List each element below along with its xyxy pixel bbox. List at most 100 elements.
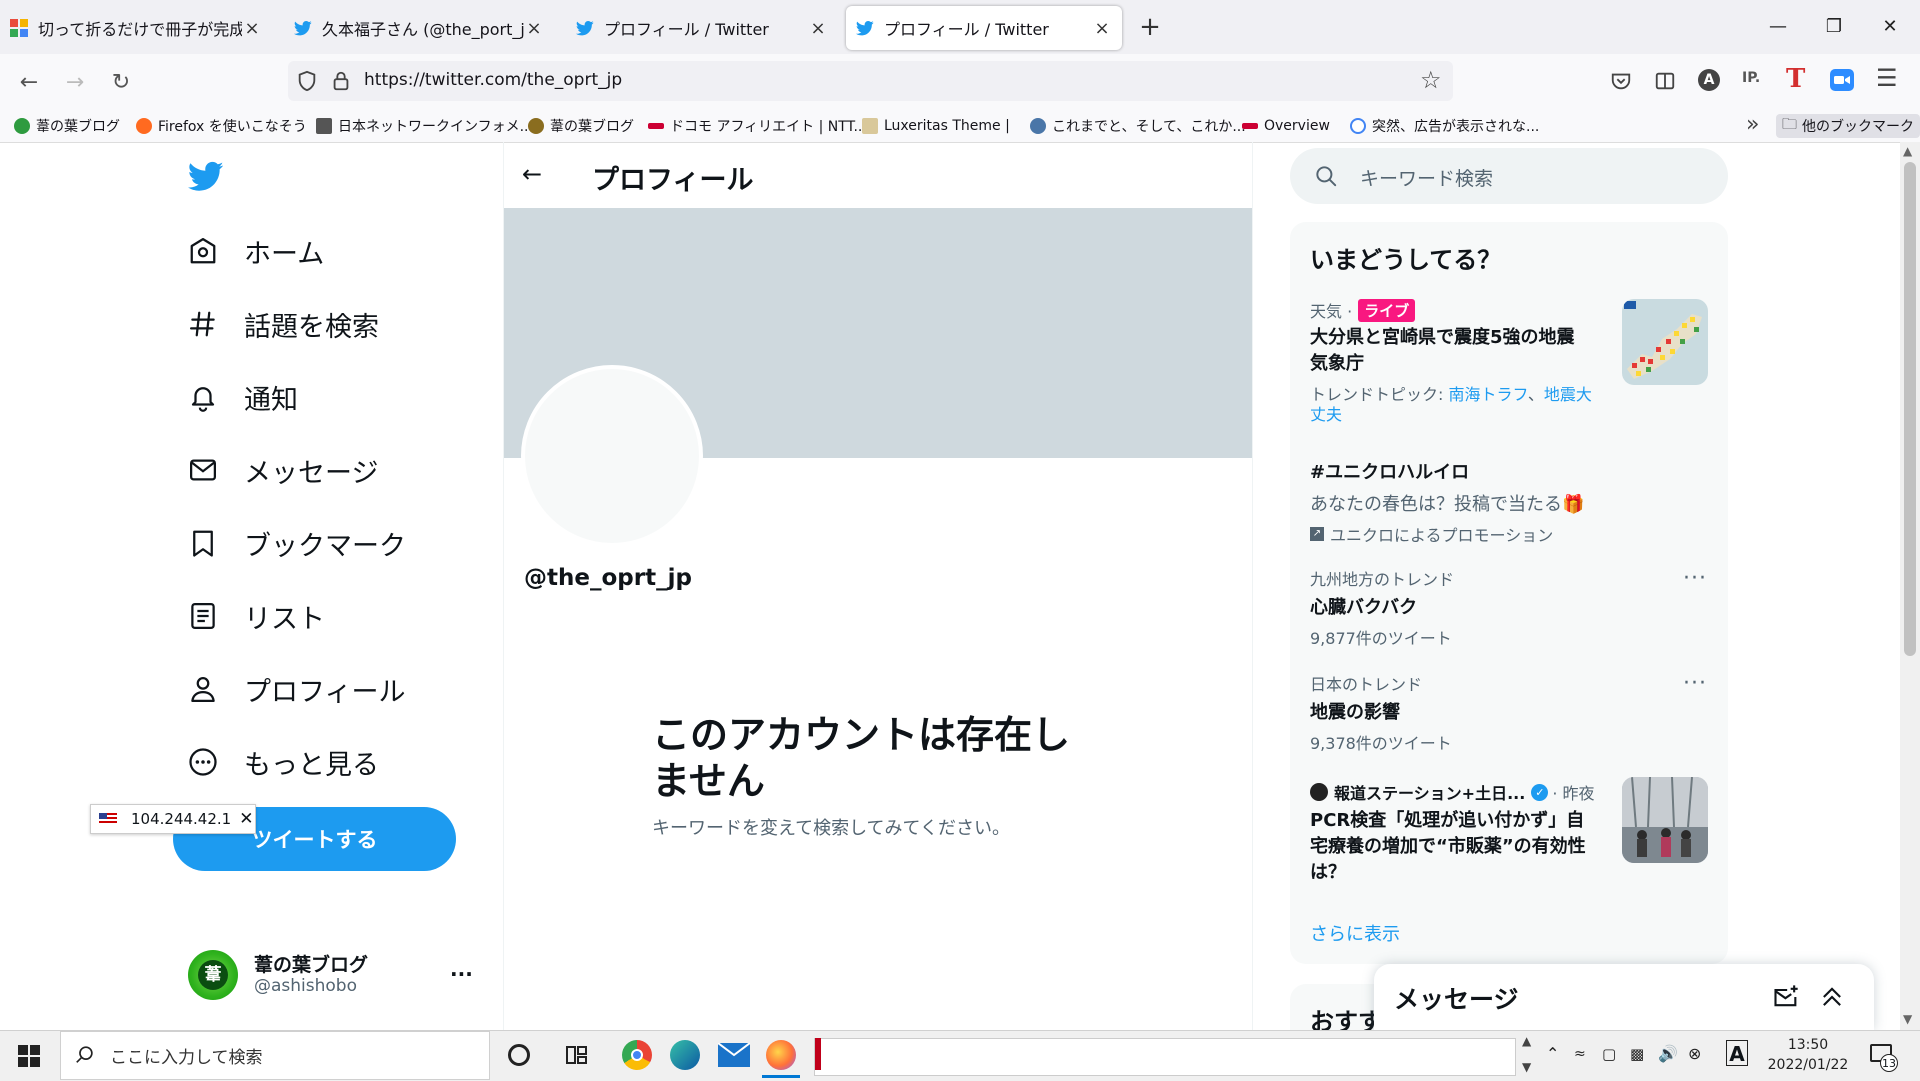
trend-topic-link[interactable]: 南海トラフ bbox=[1449, 385, 1528, 404]
back-arrow-icon[interactable]: ← bbox=[12, 66, 46, 100]
account-a-icon[interactable]: A bbox=[1698, 69, 1720, 91]
bookmark-item[interactable]: 葦の葉ブログ bbox=[528, 114, 634, 138]
close-icon[interactable]: × bbox=[808, 18, 828, 39]
bookmark-item[interactable]: 突然、広告が表示されな... bbox=[1350, 114, 1539, 138]
clock[interactable]: 13:50 2022/01/22 bbox=[1766, 1035, 1850, 1075]
tab-2[interactable]: 久本福子さん (@the_port_jp) / Tw × bbox=[284, 6, 554, 50]
column-divider bbox=[1252, 142, 1253, 1030]
display-icon[interactable]: ▩ bbox=[1630, 1045, 1644, 1063]
bookmarks-overflow-icon[interactable]: » bbox=[1746, 112, 1759, 137]
chrome-icon[interactable] bbox=[622, 1040, 652, 1070]
trend-item-promoted[interactable]: #ユニクロハルイロ あなたの春色は？投稿で当たる🎁 ↗ ユニクロによるプロモーシ… bbox=[1310, 458, 1710, 546]
zoom-extension-icon[interactable] bbox=[1830, 69, 1854, 91]
t-extension-icon[interactable]: T bbox=[1786, 64, 1805, 94]
scroll-up-icon[interactable]: ▲ bbox=[1903, 144, 1912, 158]
clock-date: 2022/01/22 bbox=[1767, 1057, 1849, 1073]
hamburger-menu-icon[interactable]: ☰ bbox=[1876, 64, 1898, 92]
trend-title: #ユニクロハルイロ bbox=[1310, 462, 1470, 483]
firefox-icon[interactable] bbox=[766, 1040, 796, 1070]
reader-view-icon[interactable] bbox=[1654, 70, 1676, 92]
ip-extension-icon[interactable]: IP. bbox=[1742, 70, 1760, 86]
search-input[interactable] bbox=[1290, 148, 1728, 204]
tweet-button-label: ツイートする bbox=[251, 828, 378, 852]
scroll-down-icon[interactable]: ▼ bbox=[1903, 1012, 1912, 1026]
task-view-icon[interactable] bbox=[566, 1044, 590, 1066]
taskbar-toolbar-area[interactable] bbox=[814, 1038, 1516, 1076]
twitter-logo-icon[interactable] bbox=[186, 158, 226, 194]
close-icon[interactable]: ✕ bbox=[239, 809, 253, 829]
tab-4-active[interactable]: プロフィール / Twitter × bbox=[846, 6, 1122, 50]
more-options-icon[interactable]: ··· bbox=[1683, 566, 1707, 591]
cortana-icon[interactable] bbox=[508, 1044, 530, 1066]
trends-title: いまどうしてる？ bbox=[1310, 246, 1502, 274]
chevron-up-double-icon[interactable] bbox=[1818, 983, 1846, 1011]
close-icon[interactable]: × bbox=[524, 18, 544, 39]
bookmark-item[interactable]: これまでと、そして、これか... bbox=[1030, 114, 1246, 138]
more-options-icon[interactable]: ··· bbox=[1683, 671, 1707, 696]
sidebar-item-profile[interactable]: プロフィール bbox=[188, 662, 405, 716]
ime-mode-icon[interactable]: A bbox=[1726, 1040, 1748, 1066]
toolbar-scroll-up-icon[interactable]: ▲ bbox=[1522, 1034, 1531, 1048]
shield-icon[interactable] bbox=[296, 70, 318, 92]
lock-icon[interactable] bbox=[330, 70, 352, 92]
trend-topic-link[interactable]: 地震大 bbox=[1544, 385, 1592, 404]
forward-arrow-icon[interactable]: → bbox=[58, 66, 92, 100]
sidebar-item-notifications[interactable]: 通知 bbox=[188, 370, 298, 424]
close-icon[interactable]: × bbox=[242, 18, 262, 39]
trend-item[interactable]: 天気 · ライブ 大分県と宮崎県で震度5強の地震 気象庁 トレンドトピック: 南… bbox=[1310, 298, 1610, 425]
new-message-icon[interactable] bbox=[1772, 983, 1800, 1011]
bookmark-item[interactable]: Firefox を使いこなそう bbox=[136, 114, 307, 138]
account-more-icon[interactable]: ··· bbox=[450, 962, 473, 986]
colorful-grid-icon bbox=[10, 19, 28, 37]
scrollbar-thumb[interactable] bbox=[1904, 162, 1916, 656]
tab-3[interactable]: プロフィール / Twitter × bbox=[566, 6, 838, 50]
edge-icon[interactable] bbox=[670, 1040, 700, 1070]
wifi-icon[interactable]: ≈ bbox=[1574, 1046, 1586, 1062]
tab-1[interactable]: 切って折るだけで冊子が完成！コ × bbox=[0, 6, 272, 50]
pocket-icon[interactable] bbox=[1610, 70, 1632, 92]
url-text[interactable]: https://twitter.com/the_oprt_jp bbox=[364, 70, 622, 90]
toolbar-scroll-down-icon[interactable]: ▼ bbox=[1522, 1060, 1531, 1074]
bookmark-item[interactable]: 日本ネットワークインフォメ... bbox=[316, 114, 533, 138]
sidebar-item-lists[interactable]: リスト bbox=[188, 589, 325, 643]
volume-icon[interactable]: 🔊 bbox=[1658, 1044, 1678, 1063]
sidebar-item-more[interactable]: もっと見る bbox=[188, 735, 379, 789]
trend-item[interactable]: 日本のトレンド 地震の影響 9,378件のツイート bbox=[1310, 671, 1610, 754]
other-bookmarks-folder[interactable]: 🗀 他のブックマーク bbox=[1776, 114, 1920, 138]
bookmark-item[interactable]: ドコモ アフィリエイト | NTT... bbox=[648, 114, 867, 138]
sidebar-item-messages[interactable]: メッセージ bbox=[188, 443, 378, 497]
sidebar-item-label: もっと見る bbox=[244, 749, 379, 781]
bookmark-item[interactable]: Overview bbox=[1242, 114, 1330, 138]
news-source-avatar bbox=[1310, 783, 1328, 801]
avatar[interactable]: 葦 bbox=[188, 950, 238, 1000]
back-arrow-icon[interactable]: ← bbox=[522, 160, 542, 188]
sidebar-item-home[interactable]: ホーム bbox=[188, 224, 324, 278]
twitter-bird-icon bbox=[856, 19, 874, 37]
trend-topic-link[interactable]: 丈夫 bbox=[1310, 405, 1342, 424]
tray-chevron-up-icon[interactable]: ⌃ bbox=[1546, 1044, 1559, 1063]
restore-icon[interactable]: ❐ bbox=[1814, 12, 1854, 42]
news-item[interactable]: 報道ステーション+土日... ✓ · 昨夜 PCR検査「処理が追い付かず」自 宅… bbox=[1310, 780, 1610, 886]
windows-start-icon[interactable] bbox=[18, 1045, 40, 1067]
star-icon[interactable]: ☆ bbox=[1420, 66, 1442, 94]
bookmark-item[interactable]: Luxeritas Theme | bbox=[862, 114, 1010, 138]
network-error-icon[interactable]: ⊗ bbox=[1688, 1044, 1701, 1063]
trend-item[interactable]: 九州地方のトレンド 心臓バクバク 9,877件のツイート bbox=[1310, 566, 1610, 649]
empty-state-title: このアカウントは存在し ません bbox=[652, 712, 1070, 804]
promoted-icon: ↗ bbox=[1310, 527, 1324, 541]
minimize-icon[interactable]: — bbox=[1758, 12, 1798, 42]
show-more-link[interactable]: さらに表示 bbox=[1310, 920, 1400, 946]
reload-icon[interactable]: ↻ bbox=[104, 66, 138, 100]
close-icon[interactable]: × bbox=[1092, 18, 1112, 39]
device-icon[interactable]: ▢ bbox=[1602, 1045, 1616, 1063]
bookmark-item[interactable]: 葦の葉ブログ bbox=[14, 114, 120, 138]
bookmark-label: 葦の葉ブログ bbox=[36, 119, 120, 135]
avatar-glyph: 葦 bbox=[198, 960, 228, 990]
earthquake-map-thumbnail[interactable] bbox=[1622, 299, 1708, 385]
close-window-icon[interactable]: ✕ bbox=[1870, 12, 1910, 42]
new-tab-button[interactable]: + bbox=[1132, 12, 1168, 44]
news-photo-thumbnail[interactable] bbox=[1622, 777, 1708, 863]
sidebar-item-explore[interactable]: 話題を検索 bbox=[188, 297, 379, 351]
sidebar-item-bookmarks[interactable]: ブックマーク bbox=[188, 516, 406, 570]
mail-app-icon[interactable] bbox=[717, 1042, 751, 1067]
